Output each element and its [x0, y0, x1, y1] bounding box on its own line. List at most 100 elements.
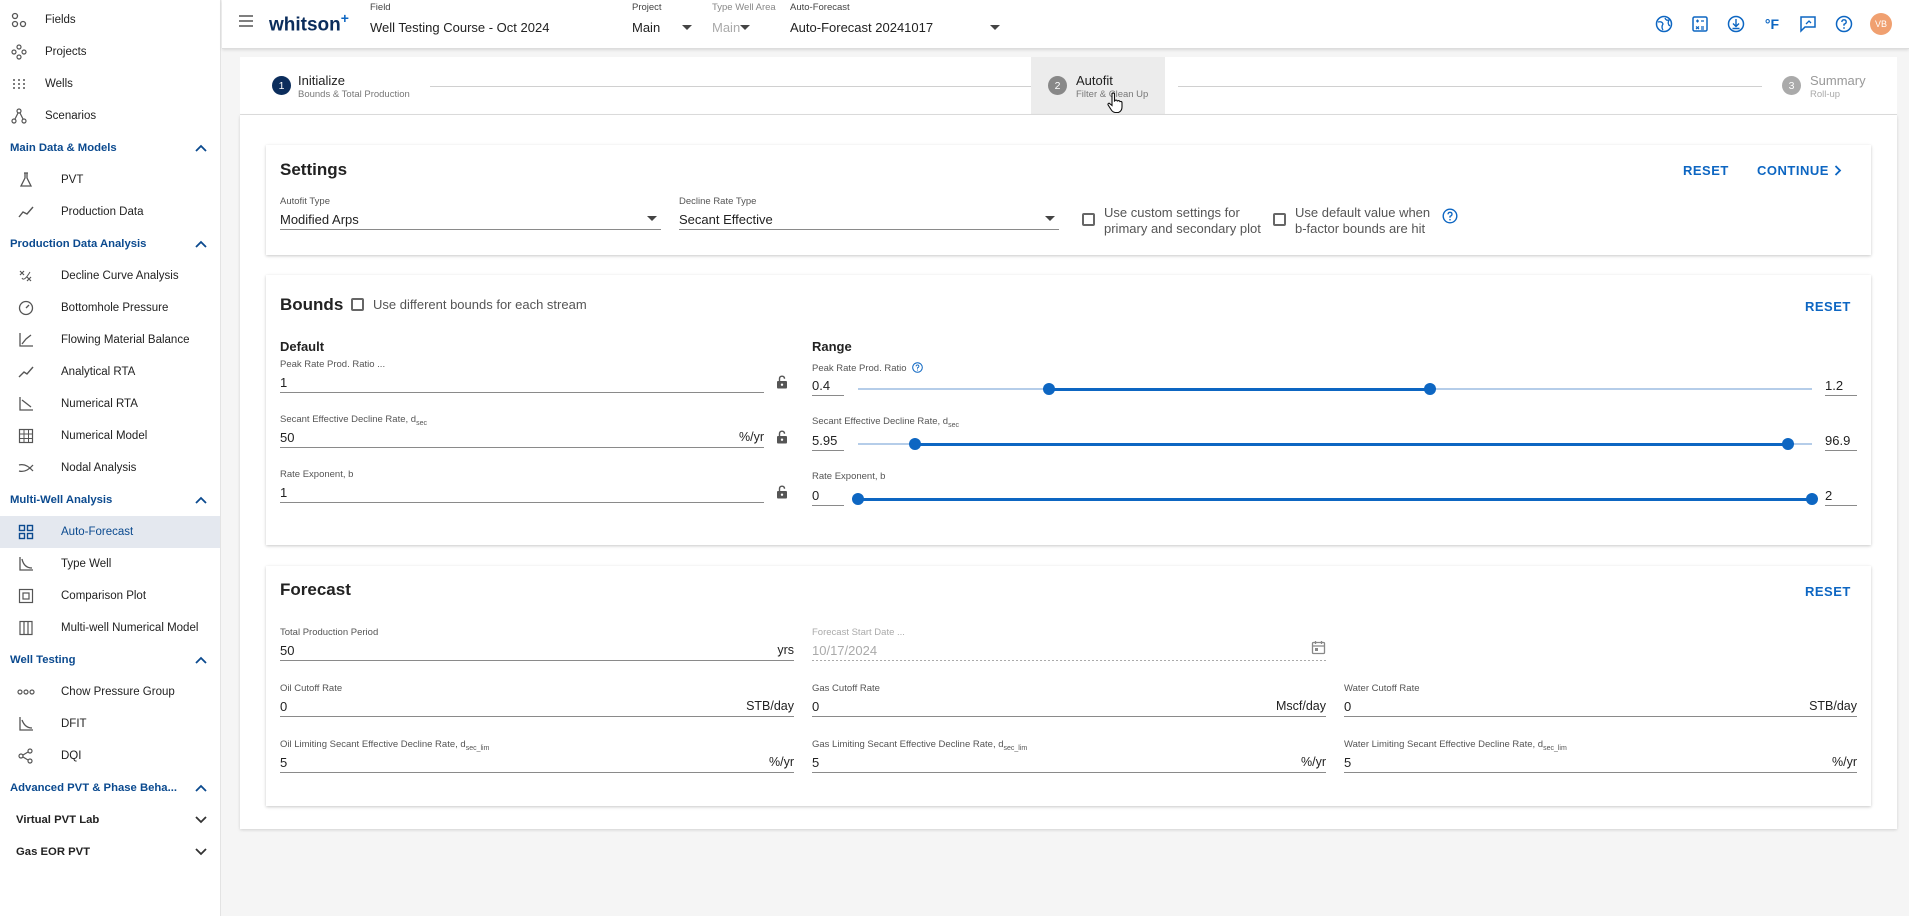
default-value-checkbox[interactable]	[1273, 213, 1286, 226]
sidebar-item-fields[interactable]: Fields	[0, 4, 220, 36]
default-heading: Default	[280, 339, 325, 354]
logo-plus: +	[340, 10, 349, 26]
water-cutoff-rate-field[interactable]: Water Cutoff Rate 0 STB/day	[1344, 683, 1857, 719]
sidebar-item-wells[interactable]: Wells	[0, 68, 220, 100]
sidebar-item-numerical-model[interactable]: Numerical Model	[0, 420, 220, 452]
bounds-reset-button[interactable]: RESET	[1805, 299, 1851, 314]
trend-line-icon	[16, 362, 36, 382]
section-advanced-pvt[interactable]: Advanced PVT & Phase Beha...	[0, 772, 220, 804]
total-production-period-field[interactable]: Total Production Period 50 yrs	[280, 627, 794, 663]
forecast-reset-button[interactable]: RESET	[1805, 584, 1851, 599]
range-min-field[interactable]: 0.4	[812, 362, 844, 398]
step-number: 2	[1048, 76, 1067, 95]
rate-exponent-range-slider[interactable]: 0 2	[812, 488, 1857, 518]
range-max-field[interactable]: 1.2	[1825, 362, 1857, 398]
oil-limit-caption-main: Oil Limiting Secant Effective Decline Ra…	[280, 739, 466, 750]
help-circle-icon[interactable]	[1442, 208, 1458, 229]
secant-decline-default-field[interactable]: Secant Effective Decline Rate, dsec 50 %…	[280, 414, 764, 450]
dropdown-arrow-icon	[1045, 216, 1055, 221]
sidebar-item-production-data[interactable]: Production Data	[0, 196, 220, 228]
range-min-field[interactable]: 5.95	[812, 417, 844, 453]
custom-settings-line1: Use custom settings for	[1104, 205, 1240, 220]
globe-icon[interactable]	[1653, 13, 1675, 35]
sidebar-item-nodal-analysis[interactable]: Nodal Analysis	[0, 452, 220, 484]
top-bar: whitson+ Field Well Testing Course - Oct…	[222, 0, 1909, 49]
slider-thumb-max[interactable]	[1424, 383, 1437, 395]
sidebar-item-analytical-rta[interactable]: Analytical RTA	[0, 356, 220, 388]
custom-settings-checkbox[interactable]	[1082, 213, 1095, 226]
sidebar-item-type-well[interactable]: Type Well	[0, 548, 220, 580]
sidebar-item-projects[interactable]: Projects	[0, 36, 220, 68]
sidebar-item-bottomhole-pressure[interactable]: Bottomhole Pressure	[0, 292, 220, 324]
step-connector	[1178, 86, 1762, 87]
slider-thumb-min[interactable]	[909, 438, 922, 450]
range-max-field[interactable]: 2	[1825, 472, 1857, 508]
gas-limit-unit: %/yr	[1301, 755, 1326, 769]
sidebar-item-numerical-rta[interactable]: Numerical RTA	[0, 388, 220, 420]
sidebar-item-label: Flowing Material Balance	[61, 334, 190, 346]
menu-icon[interactable]	[238, 14, 254, 28]
sidebar-item-comparison-plot[interactable]: Comparison Plot	[0, 580, 220, 612]
gas-cutoff-rate-field[interactable]: Gas Cutoff Rate 0 Mscf/day	[812, 683, 1326, 719]
slider-thumb-max[interactable]	[1806, 493, 1818, 505]
feedback-icon[interactable]	[1797, 13, 1819, 35]
help-icon[interactable]	[1833, 13, 1855, 35]
field-underline	[280, 716, 794, 717]
lock-open-icon[interactable]	[775, 485, 789, 499]
sidebar-item-flowing-material-balance[interactable]: Flowing Material Balance	[0, 324, 220, 356]
secant-decline-range-slider[interactable]: 5.95 96.9	[812, 433, 1857, 463]
scenarios-icon	[9, 106, 29, 126]
total-period-caption: Total Production Period	[280, 627, 379, 638]
field-value: Well Testing Course - Oct 2024	[370, 20, 550, 35]
sidebar-item-pvt[interactable]: PVT	[0, 164, 220, 196]
oil-cutoff-rate-field[interactable]: Oil Cutoff Rate 0 STB/day	[280, 683, 794, 719]
slider-thumb-min[interactable]	[852, 493, 864, 505]
sidebar-item-multi-well-numerical-model[interactable]: Multi-well Numerical Model	[0, 612, 220, 644]
rate-exponent-default-field[interactable]: Rate Exponent, b 1	[280, 469, 764, 505]
section-well-testing[interactable]: Well Testing	[0, 644, 220, 676]
step-number: 1	[272, 76, 291, 95]
lock-open-icon[interactable]	[775, 375, 789, 389]
sidebar-item-auto-forecast[interactable]: Auto-Forecast	[0, 516, 220, 548]
sidebar-item-scenarios[interactable]: Scenarios	[0, 100, 220, 132]
user-avatar[interactable]: VB	[1870, 13, 1892, 35]
settings-reset-button[interactable]: RESET	[1683, 163, 1729, 178]
lock-open-icon[interactable]	[775, 430, 789, 444]
section-production-data-analysis[interactable]: Production Data Analysis	[0, 228, 220, 260]
download-circle-icon[interactable]	[1725, 13, 1747, 35]
peak-rate-default-field[interactable]: Peak Rate Prod. Ratio ... 1	[280, 359, 764, 395]
sidebar-item-chow-pressure-group[interactable]: Chow Pressure Group	[0, 676, 220, 708]
sidebar-item-virtual-pvt-lab[interactable]: Virtual PVT Lab	[0, 804, 220, 836]
water-limiting-decline-field[interactable]: Water Limiting Secant Effective Decline …	[1344, 739, 1857, 775]
sidebar-item-decline-curve-analysis[interactable]: Decline Curve Analysis	[0, 260, 220, 292]
dfit-icon	[16, 714, 36, 734]
range-min-field[interactable]: 0	[812, 472, 844, 508]
gas-limiting-decline-field[interactable]: Gas Limiting Secant Effective Decline Ra…	[812, 739, 1326, 775]
different-bounds-checkbox[interactable]	[351, 298, 364, 311]
logo-text: whitson	[269, 14, 341, 36]
section-main-data[interactable]: Main Data & Models	[0, 132, 220, 164]
peak-rate-range-slider[interactable]: 0.4 1.2	[812, 378, 1857, 408]
range-max-field[interactable]: 96.9	[1825, 417, 1857, 453]
sidebar-item-dqi[interactable]: DQI	[0, 740, 220, 772]
section-label: Advanced PVT & Phase Beha...	[10, 782, 177, 794]
app-logo[interactable]: whitson+	[269, 10, 349, 36]
chevron-down-icon	[195, 846, 207, 858]
sidebar-item-gas-eor-pvt[interactable]: Gas EOR PVT	[0, 836, 220, 868]
slider-thumb-min[interactable]	[1042, 383, 1055, 395]
gas-limit-caption-sub: sec_lim	[1003, 744, 1028, 752]
slider-thumb-max[interactable]	[1782, 438, 1795, 450]
decline-rate-type-select[interactable]: Decline Rate Type Secant Effective	[679, 196, 1059, 232]
oil-limiting-decline-field[interactable]: Oil Limiting Secant Effective Decline Ra…	[280, 739, 794, 775]
help-circle-icon[interactable]	[912, 362, 923, 373]
sidebar-item-label: Comparison Plot	[61, 590, 147, 602]
continue-button[interactable]: CONTINUE	[1757, 163, 1842, 178]
bounds-card: Bounds Use different bounds for each str…	[266, 275, 1871, 545]
step-autofit[interactable]: 2 Autofit Filter & Clean Up	[1031, 57, 1165, 114]
sidebar-item-dfit[interactable]: DFIT	[0, 708, 220, 740]
section-multi-well-analysis[interactable]: Multi-Well Analysis	[0, 484, 220, 516]
calculator-icon[interactable]	[1689, 13, 1711, 35]
temperature-unit-icon[interactable]: °F	[1761, 13, 1783, 35]
secant-decline-value: 50	[280, 430, 295, 445]
autofit-type-select[interactable]: Autofit Type Modified Arps	[280, 196, 661, 232]
